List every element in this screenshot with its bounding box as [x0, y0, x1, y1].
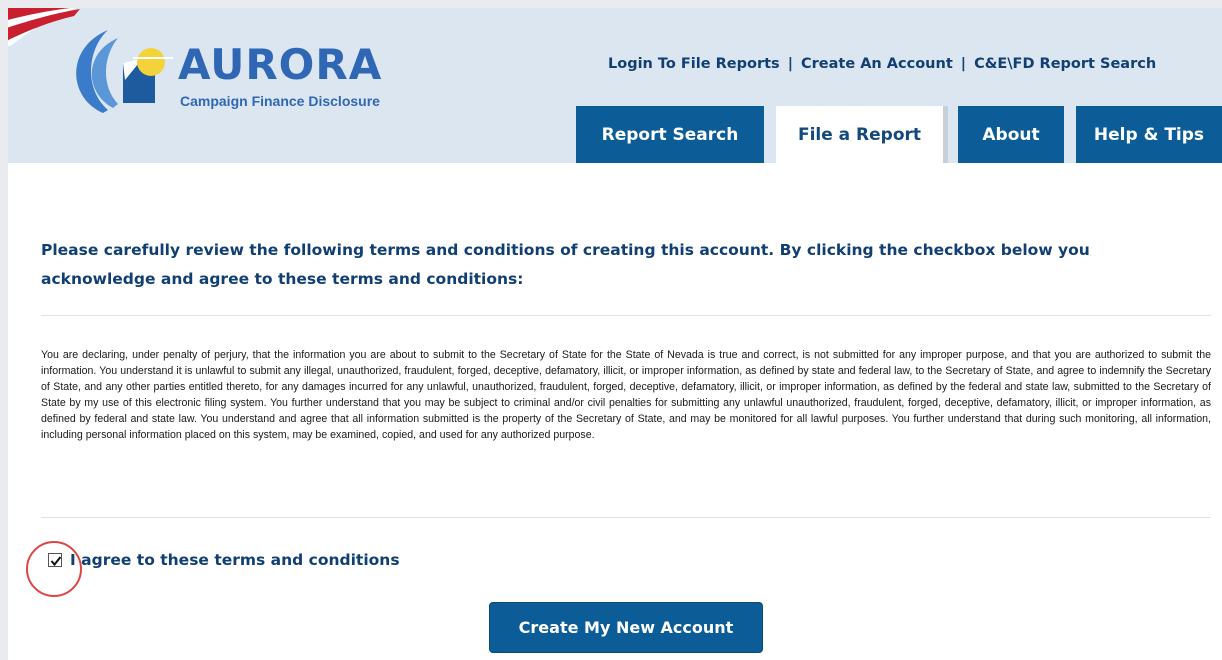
agree-label[interactable]: I agree to these terms and conditions	[70, 551, 400, 569]
terms-text: You are declaring, under penalty of perj…	[41, 349, 1211, 441]
site-header: AURORA Campaign Finance Disclosure Login…	[8, 8, 1222, 163]
aurora-logo-icon	[76, 30, 173, 113]
terms-heading: Please carefully review the following te…	[41, 241, 1090, 288]
brand-tagline: Campaign Finance Disclosure	[180, 93, 380, 109]
link-separator: |	[960, 56, 967, 72]
top-links: Login To File Reports | Create An Account |…	[608, 56, 1156, 72]
brand-name: AURORA	[178, 40, 383, 89]
create-account-button[interactable]: Create My New Account	[489, 602, 763, 653]
report-search-link[interactable]: C&E\FD Report Search	[974, 56, 1156, 72]
agree-checkbox[interactable]	[48, 553, 62, 567]
agree-row: I agree to these terms and conditions	[48, 551, 400, 569]
page-frame: AURORA Campaign Finance Disclosure Login…	[8, 8, 1222, 660]
divider	[41, 315, 1211, 316]
tab-help-tips[interactable]: Help & Tips	[1076, 106, 1222, 163]
create-account-link[interactable]: Create An Account	[801, 56, 953, 72]
highlight-annotation	[26, 541, 82, 597]
checkmark-icon	[50, 556, 62, 567]
tab-about[interactable]: About	[958, 106, 1064, 163]
login-link[interactable]: Login To File Reports	[608, 56, 780, 72]
tab-file-a-report[interactable]: File a Report	[776, 106, 948, 163]
link-separator: |	[787, 56, 793, 72]
tab-report-search[interactable]: Report Search	[576, 106, 764, 163]
divider	[41, 517, 1211, 518]
